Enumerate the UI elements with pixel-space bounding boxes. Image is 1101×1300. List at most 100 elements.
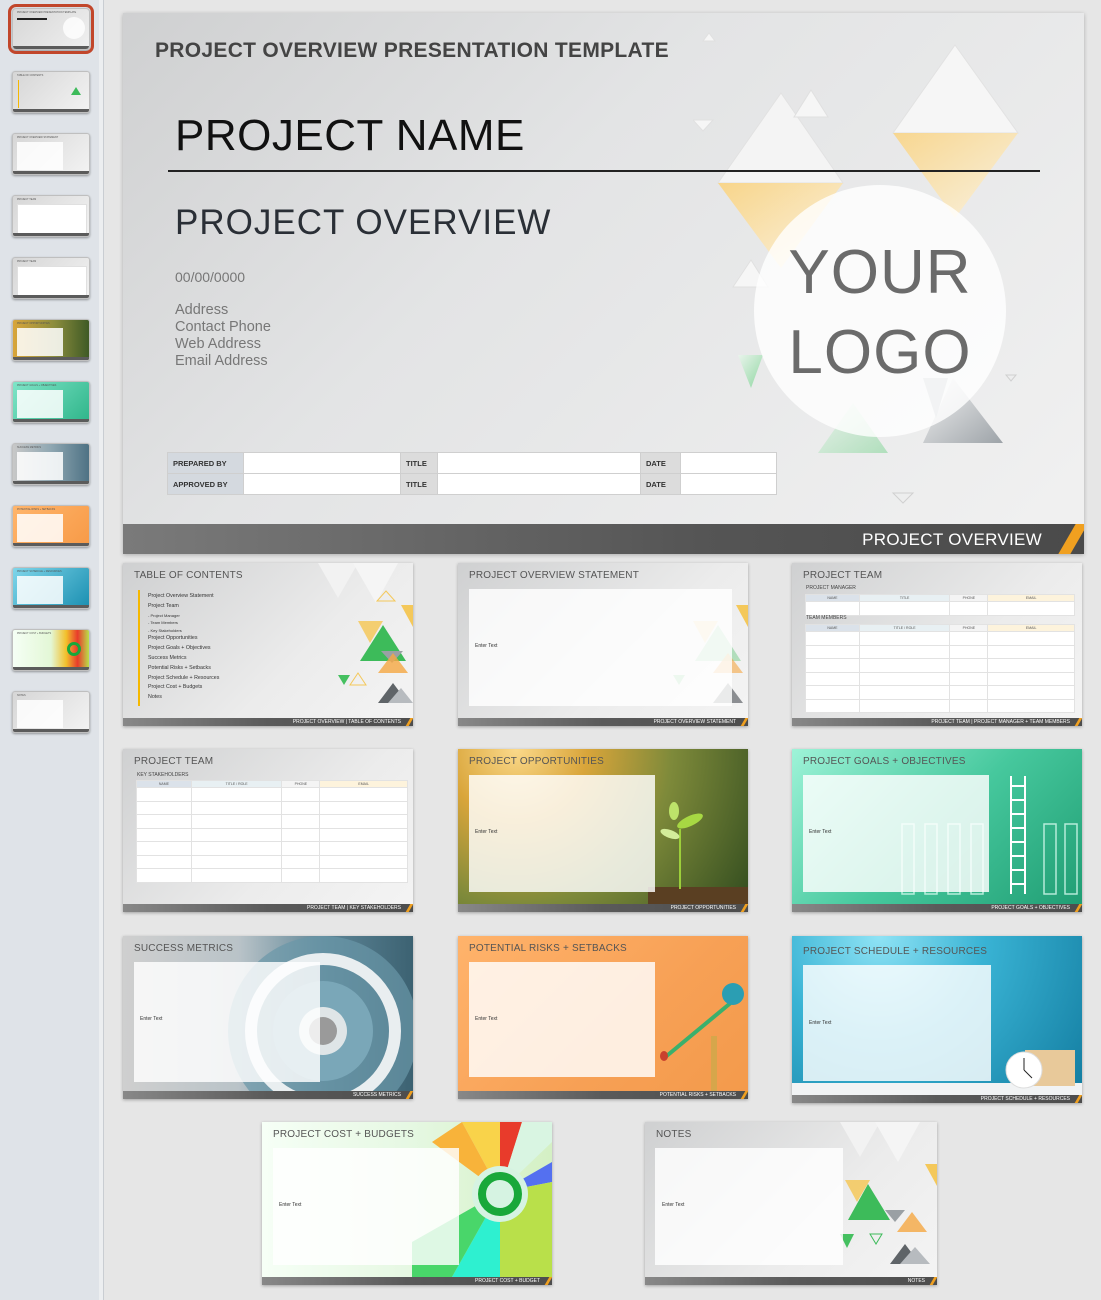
enter-text-placeholder[interactable]: Enter Text — [475, 643, 497, 649]
slide-table-of-contents[interactable]: TABLE OF CONTENTS Project Overview State… — [123, 563, 413, 726]
table-cell[interactable] — [949, 698, 989, 713]
table-cell[interactable] — [136, 841, 192, 856]
table-cell[interactable] — [281, 800, 321, 815]
enter-text-placeholder[interactable]: Enter Text — [140, 1016, 162, 1022]
thumbnail-slide-2[interactable]: TABLE OF CONTENTS — [12, 71, 90, 113]
table-cell[interactable] — [319, 827, 408, 842]
thumbnail-slide-5[interactable]: PROJECT TEAM — [12, 257, 90, 299]
slide-notes[interactable]: NOTES Enter Text NOTES — [645, 1122, 937, 1285]
enter-text-placeholder[interactable]: Enter Text — [475, 1016, 497, 1022]
toc-item[interactable]: Project Schedule + Resources — [148, 674, 219, 684]
slide-project-team-members[interactable]: PROJECT TEAM PROJECT MANAGER NAME TITLE … — [792, 563, 1082, 726]
table-cell[interactable] — [281, 854, 321, 869]
slide-schedule-resources[interactable]: PROJECT SCHEDULE + RESOURCES Enter Text … — [792, 936, 1082, 1103]
table-cell[interactable] — [190, 827, 283, 842]
toc-item[interactable]: Success Metrics — [148, 654, 219, 664]
table-cell[interactable] — [858, 644, 951, 659]
table-cell[interactable] — [949, 671, 989, 686]
table-cell[interactable] — [805, 658, 860, 673]
table-cell[interactable] — [805, 685, 860, 700]
text-placeholder-box[interactable] — [469, 589, 732, 706]
sidebar-scrollbar[interactable] — [99, 0, 103, 1300]
table-cell[interactable] — [987, 698, 1075, 713]
table-cell[interactable] — [805, 644, 860, 659]
table-cell[interactable] — [987, 644, 1075, 659]
thumbnail-slide-9[interactable]: POTENTIAL RISKS + SETBACKS — [12, 505, 90, 547]
table-cell[interactable] — [987, 658, 1075, 673]
thumbnail-slide-10[interactable]: PROJECT SCHEDULE + RESOURCES — [12, 567, 90, 609]
main-slide-title[interactable]: YOUR LOGO PROJECT OVERVIEW PRESENTATION … — [123, 13, 1084, 554]
thumbnail-slide-6[interactable]: PROJECT OPPORTUNITIES — [12, 319, 90, 361]
toc-subitem[interactable]: - Team Members — [148, 619, 219, 627]
table-cell[interactable] — [987, 671, 1075, 686]
table-cell[interactable] — [987, 601, 1075, 616]
table-cell[interactable] — [805, 601, 860, 616]
table-cell[interactable] — [858, 601, 951, 616]
toc-item[interactable]: Project Opportunities — [148, 634, 219, 644]
enter-text-placeholder[interactable]: Enter Text — [279, 1202, 301, 1208]
table-cell[interactable] — [190, 841, 283, 856]
prepared-by-field[interactable] — [243, 452, 401, 474]
table-cell[interactable] — [281, 827, 321, 842]
table-cell[interactable] — [858, 658, 951, 673]
table-cell[interactable] — [319, 841, 408, 856]
thumbnail-slide-11[interactable]: PROJECT COST + BUDGETS — [12, 629, 90, 671]
table-cell[interactable] — [319, 787, 408, 802]
thumbnail-slide-8[interactable]: SUCCESS METRICS — [12, 443, 90, 485]
table-cell[interactable] — [136, 800, 192, 815]
toc-item[interactable]: Notes — [148, 693, 219, 703]
toc-subitem[interactable]: - Key Stakeholders — [148, 627, 219, 635]
contact-block[interactable]: Address Contact Phone Web Address Email … — [175, 302, 271, 370]
thumbnail-slide-1[interactable]: PROJECT OVERVIEW PRESENTATION TEMPLATE — [8, 4, 94, 54]
logo-placeholder[interactable]: YOUR LOGO — [754, 233, 1006, 393]
table-cell[interactable] — [281, 787, 321, 802]
table-cell[interactable] — [987, 685, 1075, 700]
thumbnail-slide-12[interactable]: NOTES — [12, 691, 90, 733]
table-cell[interactable] — [190, 814, 283, 829]
slide-potential-risks[interactable]: POTENTIAL RISKS + SETBACKS Enter Text PO… — [458, 936, 748, 1099]
slide-cost-budgets[interactable]: PROJECT COST + BUDGETS Enter Text PROJEC… — [262, 1122, 552, 1285]
toc-item[interactable]: Potential Risks + Setbacks — [148, 664, 219, 674]
table-cell[interactable] — [136, 814, 192, 829]
table-cell[interactable] — [190, 800, 283, 815]
table-cell[interactable] — [136, 854, 192, 869]
text-placeholder-box[interactable] — [134, 962, 320, 1082]
toc-subitem[interactable]: - Project Manager — [148, 612, 219, 620]
table-cell[interactable] — [858, 671, 951, 686]
table-cell[interactable] — [136, 787, 192, 802]
table-cell[interactable] — [281, 868, 321, 883]
thumbnail-slide-3[interactable]: PROJECT OVERVIEW STATEMENT — [12, 133, 90, 175]
approved-date-field[interactable] — [680, 473, 777, 495]
table-cell[interactable] — [858, 631, 951, 646]
table-cell[interactable] — [987, 631, 1075, 646]
slide-goals-objectives[interactable]: PROJECT GOALS + OBJECTIVES Enter Text PR… — [792, 749, 1082, 912]
project-overview-subtitle[interactable]: PROJECT OVERVIEW — [175, 203, 551, 243]
enter-text-placeholder[interactable]: Enter Text — [662, 1202, 684, 1208]
toc-item[interactable]: Project Team — [148, 602, 219, 612]
table-cell[interactable] — [190, 787, 283, 802]
enter-text-placeholder[interactable]: Enter Text — [475, 829, 497, 835]
table-cell[interactable] — [319, 854, 408, 869]
thumbnail-slide-4[interactable]: PROJECT TEAM — [12, 195, 90, 237]
table-cell[interactable] — [949, 631, 989, 646]
toc-item[interactable]: Project Overview Statement — [148, 592, 219, 602]
slide-key-stakeholders[interactable]: PROJECT TEAM KEY STAKEHOLDERS NAME TITLE… — [123, 749, 413, 912]
project-name[interactable]: PROJECT NAME — [175, 111, 525, 161]
toc-item[interactable]: Project Cost + Budgets — [148, 683, 219, 693]
table-cell[interactable] — [281, 814, 321, 829]
table-cell[interactable] — [949, 658, 989, 673]
enter-text-placeholder[interactable]: Enter Text — [809, 829, 831, 835]
table-cell[interactable] — [136, 868, 192, 883]
table-cell[interactable] — [858, 698, 951, 713]
table-cell[interactable] — [136, 827, 192, 842]
approved-title-field[interactable] — [437, 473, 641, 495]
table-cell[interactable] — [805, 698, 860, 713]
table-cell[interactable] — [949, 601, 989, 616]
table-cell[interactable] — [190, 868, 283, 883]
prepared-date-field[interactable] — [680, 452, 777, 474]
project-date[interactable]: 00/00/0000 — [175, 269, 245, 285]
table-cell[interactable] — [319, 800, 408, 815]
slide-overview-statement[interactable]: PROJECT OVERVIEW STATEMENT Enter Text PR… — [458, 563, 748, 726]
slide-success-metrics[interactable]: SUCCESS METRICS Enter Text SUCCESS METRI… — [123, 936, 413, 1099]
toc-item[interactable]: Project Goals + Objectives — [148, 644, 219, 654]
